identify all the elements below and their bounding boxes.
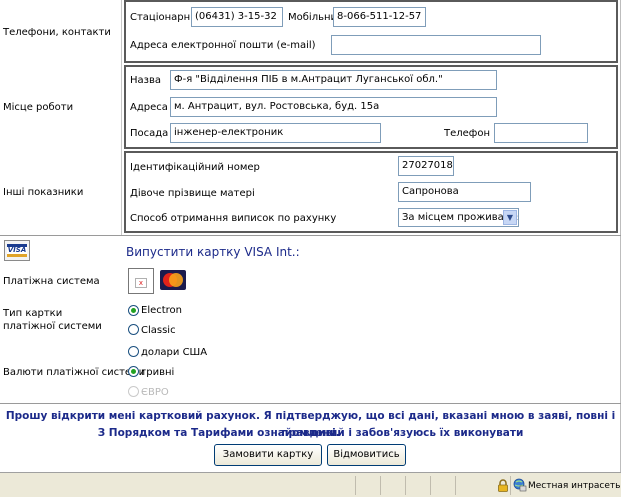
maiden-name-input[interactable]: Сапронова	[398, 182, 531, 202]
payment-system-label: Платіжна система	[3, 276, 100, 287]
status-cell	[380, 476, 404, 495]
status-cell	[455, 476, 495, 495]
issue-card-heading: Випустити картку VISA Int.:	[126, 245, 300, 259]
chevron-down-icon[interactable]: ▼	[503, 210, 517, 225]
currency-usd-label: долари США	[141, 347, 208, 358]
decline-button[interactable]: Відмовитись	[327, 444, 406, 466]
mobile-input[interactable]: 8-066-511-12-57	[333, 7, 426, 27]
work-position-label: Посада	[130, 128, 169, 139]
card-type-label: Тип картки платіжної системи	[3, 308, 102, 332]
email-label: Адреса електронної пошти (e-mail)	[130, 40, 316, 51]
column-divider	[121, 0, 122, 235]
currency-label: Валюти платіжної системи	[3, 367, 146, 378]
card-type-electron-label: Electron	[141, 305, 183, 316]
work-address-input[interactable]: м. Антрацит, вул. Ростовська, буд. 15а	[170, 97, 497, 117]
maiden-name-label: Дівоче прізвище матері	[130, 188, 255, 199]
intranet-zone-icon	[513, 478, 527, 492]
status-cell	[430, 476, 454, 495]
id-label: Ідентифікаційний номер	[130, 162, 260, 173]
visa-logo-text: VISA	[7, 244, 27, 257]
section-divider	[0, 235, 621, 236]
currency-uah-label: гривні	[141, 367, 175, 378]
card-type-classic-radio[interactable]	[128, 324, 139, 335]
currency-uah-radio[interactable]	[128, 366, 139, 377]
broken-image-icon: x	[135, 278, 147, 288]
work-name-input[interactable]: Ф-я "Відділення ПІБ в м.Антрацит Лугансь…	[170, 70, 497, 90]
security-zone-text: Местная интрасеть	[528, 481, 621, 491]
work-row-label: Місце роботи	[3, 102, 74, 113]
form-page: Телефони, контакти Стаціонарний (06431) …	[0, 0, 621, 472]
card-type-electron-radio[interactable]	[128, 305, 139, 316]
id-input[interactable]: 2702701864	[398, 156, 454, 176]
consent-divider	[0, 403, 621, 404]
visa-option-icon[interactable]: x	[128, 268, 154, 294]
lock-icon	[498, 479, 508, 492]
statement-method-label: Способ отримання виписок по рахунку	[130, 213, 337, 224]
status-cell	[405, 476, 429, 495]
work-phone-input[interactable]	[494, 123, 588, 143]
contacts-row-label: Телефони, контакти	[3, 27, 111, 38]
statement-method-value: За місцем проживанням	[402, 212, 519, 223]
browser-status-bar: Местная интрасеть	[0, 472, 621, 497]
work-phone-label: Телефон	[444, 128, 491, 139]
other-row-label: Інші показники	[3, 187, 84, 198]
order-card-button[interactable]: Замовити картку	[214, 444, 322, 466]
statement-method-select[interactable]: За місцем проживанням ▼	[398, 208, 519, 227]
email-input[interactable]	[331, 35, 541, 55]
currency-eur-radio	[128, 386, 139, 397]
mastercard-option-icon[interactable]	[160, 268, 186, 292]
consent-line-2: З Порядком та Тарифами ознайомлений і за…	[97, 427, 524, 439]
work-position-input[interactable]: інженер-електроник	[170, 123, 381, 143]
home-phone-input[interactable]: (06431) 3-15-32	[191, 7, 283, 27]
currency-eur-label: ЄВРО	[141, 387, 169, 398]
work-address-label: Адреса	[130, 102, 168, 113]
visa-logo-icon: VISA	[4, 240, 30, 261]
mastercard-logo-icon	[160, 270, 186, 290]
currency-usd-radio[interactable]	[128, 346, 139, 357]
card-type-classic-label: Classic	[141, 325, 176, 336]
work-name-label: Назва	[130, 75, 161, 86]
status-cell	[355, 476, 379, 495]
